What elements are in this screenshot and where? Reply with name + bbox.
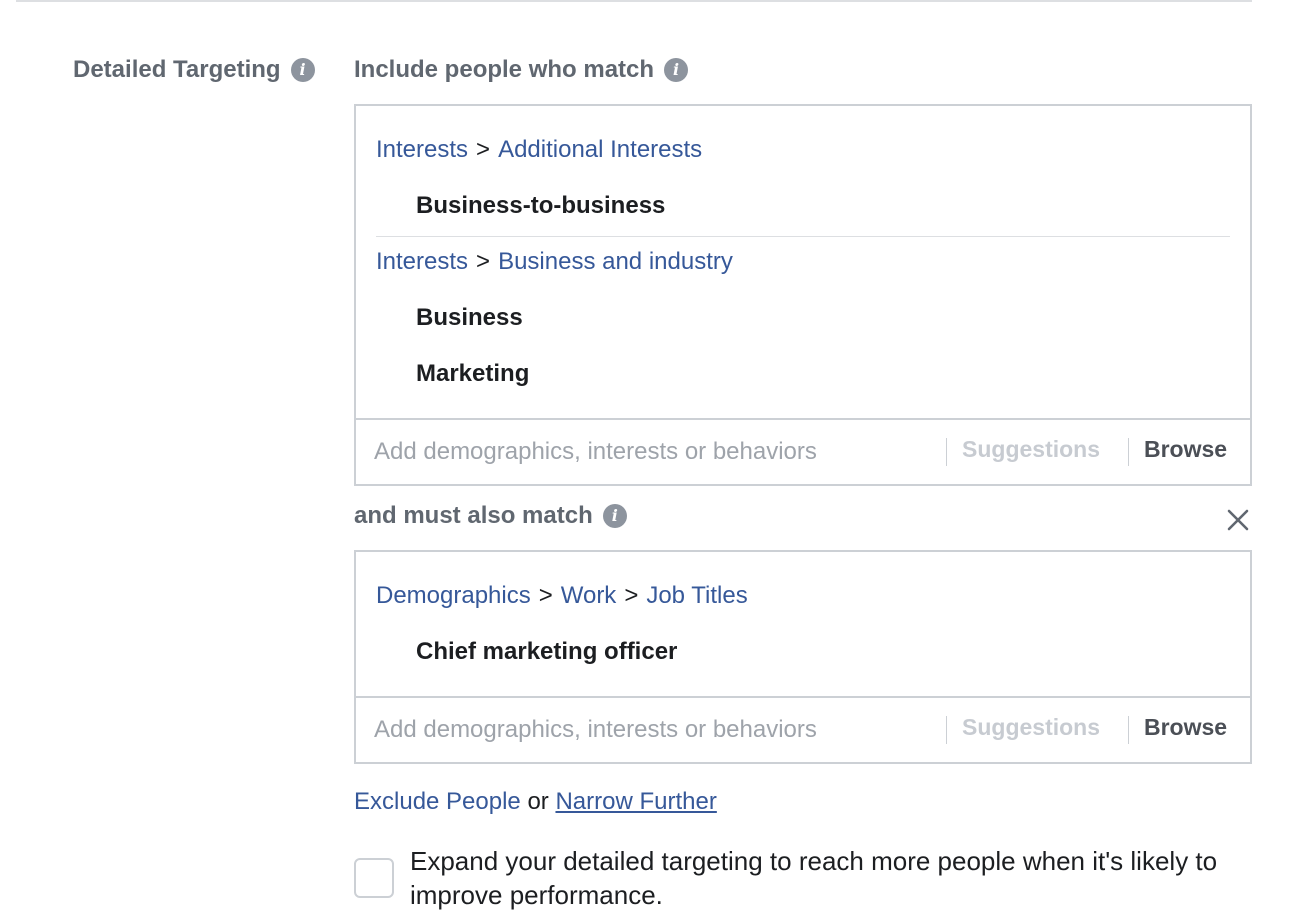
- detailed-targeting-page: Detailed Targeting i Include people who …: [0, 0, 1290, 922]
- group-divider: [376, 236, 1230, 237]
- list-item[interactable]: Chief marketing officer: [416, 638, 677, 666]
- breadcrumb-link-demographics[interactable]: Demographics: [376, 582, 531, 609]
- top-divider: [16, 0, 1252, 2]
- include-input-row: Suggestions Browse: [356, 418, 1250, 484]
- exclude-people-link[interactable]: Exclude People: [354, 788, 521, 815]
- breadcrumb: Interests > Additional Interests: [376, 136, 702, 164]
- include-targeting-box: Interests > Additional Interests Business-…: [354, 104, 1252, 486]
- info-icon[interactable]: i: [602, 504, 627, 528]
- narrow-title-text: and must also match: [354, 502, 593, 529]
- breadcrumb-link-interests[interactable]: Interests: [376, 248, 468, 275]
- breadcrumb: Demographics > Work > Job Titles: [376, 582, 748, 610]
- breadcrumb-link-work[interactable]: Work: [561, 582, 617, 609]
- suggestions-button[interactable]: Suggestions: [962, 436, 1100, 463]
- input-separator: [946, 716, 947, 744]
- list-item[interactable]: Business-to-business: [416, 192, 665, 220]
- narrow-title: and must also match i: [354, 502, 627, 530]
- expand-targeting-label[interactable]: Expand your detailed targeting to reach …: [410, 844, 1250, 912]
- input-separator: [1128, 438, 1129, 466]
- breadcrumb-separator: >: [538, 582, 553, 609]
- breadcrumb-separator: >: [476, 248, 491, 275]
- footer-links: Exclude People or Narrow Further: [354, 788, 717, 816]
- browse-button[interactable]: Browse: [1144, 714, 1227, 741]
- breadcrumb-separator: >: [624, 582, 639, 609]
- narrow-search-input[interactable]: [372, 708, 932, 752]
- breadcrumb-link-additional-interests[interactable]: Additional Interests: [498, 136, 702, 163]
- include-search-input[interactable]: [372, 430, 932, 474]
- browse-button[interactable]: Browse: [1144, 436, 1227, 463]
- narrow-further-link[interactable]: Narrow Further: [555, 788, 716, 815]
- breadcrumb-link-job-titles[interactable]: Job Titles: [646, 582, 747, 609]
- input-separator: [1128, 716, 1129, 744]
- breadcrumb-separator: >: [476, 136, 491, 163]
- list-item[interactable]: Business: [416, 304, 523, 332]
- include-title-text: Include people who match: [354, 56, 655, 83]
- close-icon[interactable]: [1224, 506, 1252, 534]
- breadcrumb-link-business-and-industry[interactable]: Business and industry: [498, 248, 733, 275]
- narrow-targeting-box: Demographics > Work > Job Titles Chief marke…: [354, 550, 1252, 764]
- suggestions-button[interactable]: Suggestions: [962, 714, 1100, 741]
- section-label: Detailed Targeting i: [73, 56, 315, 84]
- info-icon[interactable]: i: [664, 58, 689, 82]
- or-text: or: [527, 788, 549, 815]
- breadcrumb-link-interests[interactable]: Interests: [376, 136, 468, 163]
- input-separator: [946, 438, 947, 466]
- info-icon[interactable]: i: [290, 58, 315, 82]
- narrow-input-row: Suggestions Browse: [356, 696, 1250, 762]
- include-title: Include people who match i: [354, 56, 689, 84]
- section-label-text: Detailed Targeting: [73, 56, 281, 83]
- breadcrumb: Interests > Business and industry: [376, 248, 733, 276]
- expand-targeting-checkbox[interactable]: [354, 858, 394, 898]
- list-item[interactable]: Marketing: [416, 360, 529, 388]
